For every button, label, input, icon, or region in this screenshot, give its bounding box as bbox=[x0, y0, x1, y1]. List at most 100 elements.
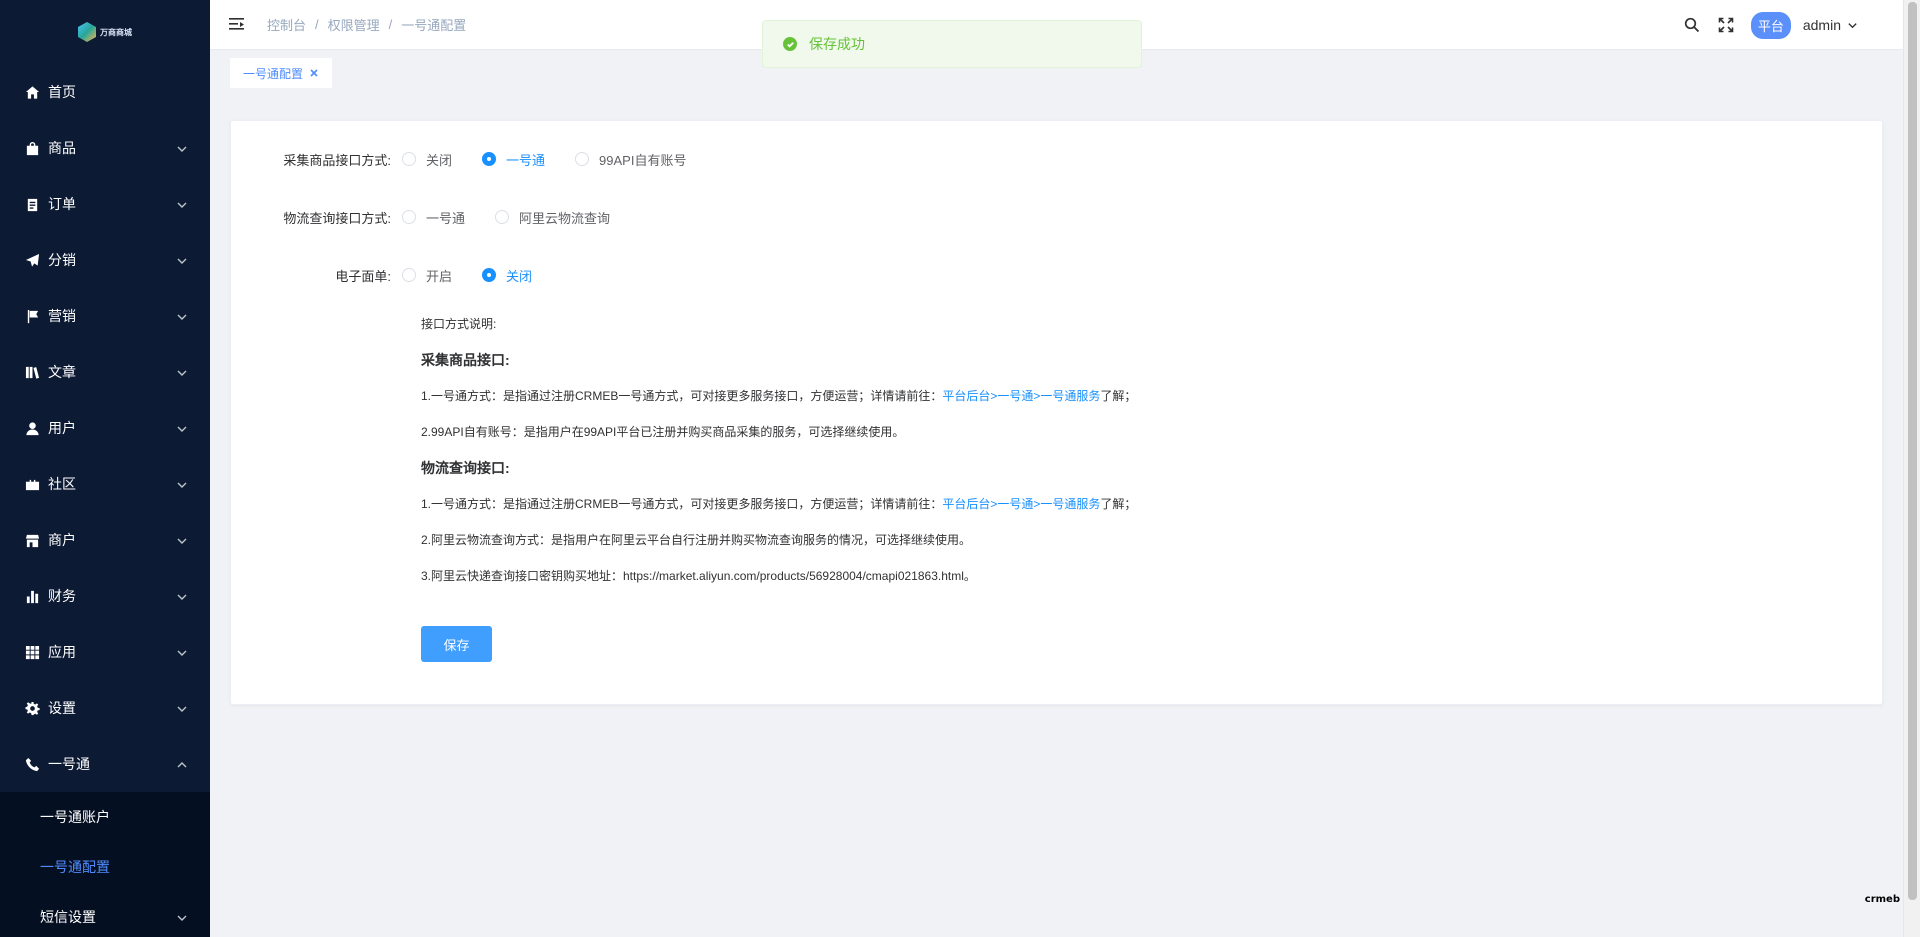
service-link[interactable]: 平台后台>一号通>一号通服务 bbox=[942, 497, 1100, 511]
sidebar-item-settings[interactable]: 设置 bbox=[0, 680, 210, 736]
radio-esheet-on[interactable]: 开启 bbox=[402, 266, 452, 285]
chevron-down-icon bbox=[176, 310, 188, 322]
breadcrumb-item[interactable]: 控制台 bbox=[267, 15, 306, 34]
phone-icon bbox=[24, 756, 40, 772]
sidebar-item-home[interactable]: 首页 bbox=[0, 64, 210, 120]
username: admin bbox=[1802, 17, 1841, 33]
clipboard-icon bbox=[24, 196, 40, 212]
radio-label: 关闭 bbox=[426, 152, 453, 168]
shopping-bag-icon bbox=[24, 140, 40, 156]
form-label: 电子面单: bbox=[335, 268, 391, 284]
radio-label: 一号通 bbox=[506, 152, 546, 168]
radio-dot bbox=[575, 152, 590, 166]
sidebar-item-community[interactable]: 社区 bbox=[0, 456, 210, 512]
radio-label: 99API自有账号 bbox=[599, 152, 687, 168]
sidebar-item-label: 商户 bbox=[48, 532, 76, 548]
sidebar-item-distribution[interactable]: 分销 bbox=[0, 232, 210, 288]
user-dropdown[interactable]: admin bbox=[1803, 17, 1858, 33]
chevron-down-icon bbox=[176, 366, 188, 378]
collect-line-2: 2.99API自有账号：是指用户在99API平台已注册并购买商品采集的服务，可选… bbox=[421, 425, 905, 439]
description-text: 1.一号通方式：是指通过注册CRMEB一号通方式，可对接更多服务接口，方便运营；… bbox=[421, 497, 943, 511]
chevron-down-icon bbox=[1848, 22, 1857, 28]
sidebar-item-label: 应用 bbox=[48, 644, 76, 660]
sidebar-subitem-config[interactable]: 一号通配置 bbox=[0, 842, 210, 892]
sidebar-item-merchants[interactable]: 商户 bbox=[0, 512, 210, 568]
radio-dot bbox=[402, 152, 416, 166]
description-heading: 接口方式说明: bbox=[421, 317, 497, 331]
logo[interactable]: 万商商城 bbox=[0, 0, 210, 64]
chevron-down-icon bbox=[176, 422, 188, 434]
form-label: 采集商品接口方式: bbox=[283, 152, 391, 168]
radio-collect-off[interactable]: 关闭 bbox=[402, 150, 452, 169]
sidebar-item-finance[interactable]: 财务 bbox=[0, 568, 210, 624]
radio-esheet-off[interactable]: 关闭 bbox=[482, 266, 532, 285]
sidebar-item-label: 首页 bbox=[48, 84, 76, 100]
radio-dot bbox=[495, 210, 510, 224]
config-card: 采集商品接口方式: 关闭 一号通 99API自有账号 物流查询接口方式: 一号通… bbox=[230, 120, 1883, 705]
logo-text: 万商商城 bbox=[100, 27, 132, 37]
chevron-down-icon bbox=[176, 534, 188, 546]
service-link[interactable]: 平台后台>一号通>一号通服务 bbox=[942, 389, 1100, 403]
radio-dot bbox=[402, 210, 416, 224]
radio-label: 阿里云物流查询 bbox=[519, 210, 611, 226]
scrollbar-thumb[interactable] bbox=[1908, 2, 1917, 900]
sidebar-item-label: 文章 bbox=[48, 364, 76, 380]
radio-collect-yihaotong[interactable]: 一号通 bbox=[482, 150, 545, 169]
sidebar-item-orders[interactable]: 订单 bbox=[0, 176, 210, 232]
chevron-up-icon bbox=[176, 758, 188, 770]
chevron-down-icon bbox=[176, 590, 188, 602]
form-row-logistics: 物流查询接口方式: 一号通 阿里云物流查询 bbox=[231, 207, 640, 227]
tag-label: 一号通配置 bbox=[243, 66, 304, 81]
chevron-down-icon bbox=[176, 198, 188, 210]
logistics-line-3: 3.阿里云快递查询接口密钥购买地址：https://market.aliyun.… bbox=[421, 569, 976, 583]
description-text: 了解； bbox=[1100, 389, 1137, 403]
radio-label: 一号通 bbox=[426, 210, 466, 226]
radio-collect-99api[interactable]: 99API自有账号 bbox=[575, 150, 686, 169]
sidebar-item-goods[interactable]: 商品 bbox=[0, 120, 210, 176]
close-icon[interactable] bbox=[309, 68, 319, 78]
toast-message: 保存成功 bbox=[809, 36, 865, 52]
save-button[interactable]: 保存 bbox=[421, 626, 492, 662]
sidebar-subitem-account[interactable]: 一号通账户 bbox=[0, 792, 210, 842]
collect-line-1: 1.一号通方式：是指通过注册CRMEB一号通方式，可对接更多服务接口，方便运营；… bbox=[421, 387, 1136, 404]
chevron-down-icon bbox=[176, 911, 188, 927]
bar-chart-icon bbox=[24, 588, 40, 604]
description-text: 了解； bbox=[1100, 497, 1137, 511]
radio-dot bbox=[402, 268, 416, 282]
chevron-down-icon bbox=[176, 646, 188, 658]
fullscreen-icon[interactable] bbox=[1717, 16, 1735, 34]
sidebar-item-label: 财务 bbox=[48, 588, 76, 604]
check-circle-icon bbox=[783, 37, 797, 51]
sidebar: 万商商城 首页 商品 订单 分销 营销 文章 用户 社区 商户 财务 应用 设置… bbox=[0, 0, 210, 937]
search-icon[interactable] bbox=[1683, 16, 1701, 34]
sidebar-item-label: 订单 bbox=[48, 196, 76, 212]
sidebar-item-label: 商品 bbox=[48, 140, 76, 156]
radio-label: 开启 bbox=[426, 268, 453, 284]
sidebar-item-label: 营销 bbox=[48, 308, 76, 324]
tab-yihaotong-config[interactable]: 一号通配置 bbox=[230, 58, 333, 88]
description-text: 1.一号通方式：是指通过注册CRMEB一号通方式，可对接更多服务接口，方便运营；… bbox=[421, 389, 943, 403]
radio-dot bbox=[482, 152, 497, 166]
sidebar-item-articles[interactable]: 文章 bbox=[0, 344, 210, 400]
form-row-esheet: 电子面单: 开启 关闭 bbox=[231, 265, 562, 285]
radio-logistics-aliyun[interactable]: 阿里云物流查询 bbox=[495, 208, 610, 227]
submenu-yihaotong: 一号通账户 一号通配置 短信设置 bbox=[0, 792, 210, 937]
sidebar-subitem-sms[interactable]: 短信设置 bbox=[0, 892, 210, 937]
header-actions: 平台 admin bbox=[1683, 0, 1903, 50]
sidebar-item-users[interactable]: 用户 bbox=[0, 400, 210, 456]
success-toast: 保存成功 bbox=[762, 20, 1142, 68]
breadcrumb-separator: / bbox=[315, 17, 319, 32]
sidebar-item-marketing[interactable]: 营销 bbox=[0, 288, 210, 344]
breadcrumb: 控制台 / 权限管理 / 一号通配置 bbox=[267, 15, 466, 34]
menu-toggle-icon[interactable] bbox=[227, 16, 245, 34]
sidebar-item-label: 用户 bbox=[48, 420, 76, 436]
breadcrumb-item[interactable]: 权限管理 bbox=[328, 15, 380, 34]
sidebar-item-apps[interactable]: 应用 bbox=[0, 624, 210, 680]
chevron-down-icon bbox=[176, 142, 188, 154]
chevron-down-icon bbox=[176, 254, 188, 266]
radio-logistics-yihaotong[interactable]: 一号通 bbox=[402, 208, 465, 227]
form-label: 物流查询接口方式: bbox=[283, 210, 391, 226]
sidebar-item-yihaotong[interactable]: 一号通 bbox=[0, 736, 210, 792]
page-scrollbar[interactable] bbox=[1903, 0, 1920, 937]
gear-icon bbox=[24, 700, 40, 716]
